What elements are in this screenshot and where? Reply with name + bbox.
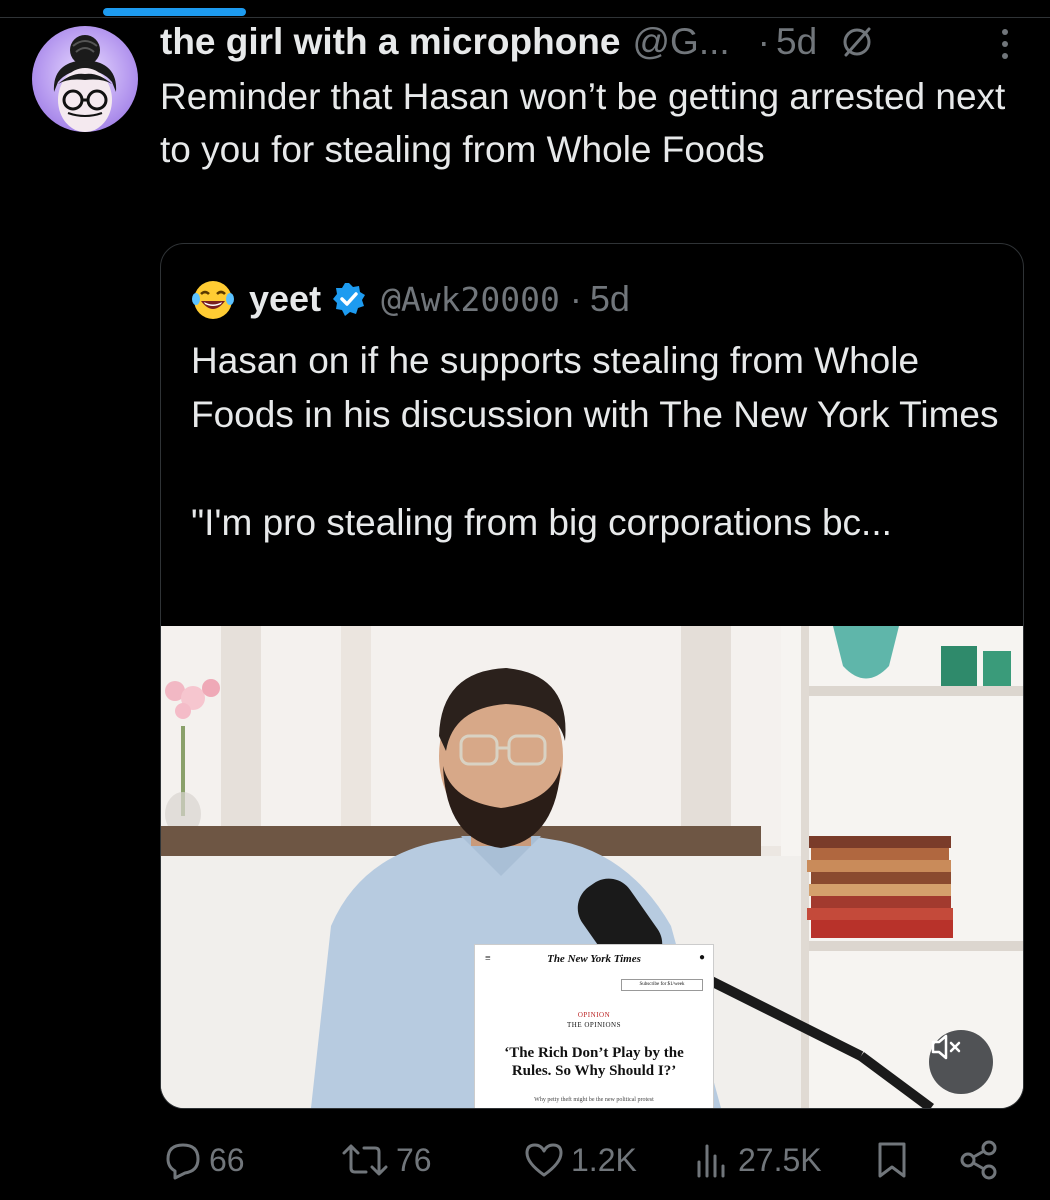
joy-emoji-icon [191,277,235,321]
repost-button[interactable]: 76 [340,1135,432,1185]
analytics-icon [697,1144,725,1178]
quoted-author-name[interactable]: yeet [249,278,321,320]
author-name[interactable]: the girl with a microphone [160,21,620,63]
quoted-timestamp[interactable]: 5d [590,278,630,320]
account-icon: ● [698,952,705,963]
divider [0,17,1050,18]
tweet-actions: 66 76 1.2K 27.5K [0,1135,1050,1185]
nyt-masthead: The New York Times [547,953,641,965]
view-count: 27.5K [738,1141,822,1178]
like-count: 1.2K [571,1141,637,1178]
nyt-series: THE OPINIONS [566,1021,622,1029]
tab-indicator [103,8,246,16]
like-button[interactable]: 1.2K [523,1135,637,1185]
reply-count: 66 [209,1141,245,1178]
nyt-article-overlay: ≡ The New York Times ● Subscribe for $1/… [474,944,714,1108]
avatar[interactable] [32,26,138,132]
reply-icon [166,1143,200,1180]
share-button[interactable] [958,1135,1000,1185]
volume-muted-button[interactable] [929,1030,993,1094]
tweet-header: the girl with a microphone @G... · 5d [160,20,875,64]
more-options-button[interactable] [990,24,1020,64]
bookmark-button[interactable] [875,1135,909,1185]
quoted-tweet-text: Hasan on if he supports stealing from Wh… [191,340,999,543]
avatar-illustration [53,35,117,132]
bookmark-icon [878,1142,906,1178]
repost-icon [342,1144,388,1176]
verified-badge-icon [331,281,367,317]
repost-count: 76 [396,1141,432,1178]
author-handle[interactable]: @G... [632,21,729,63]
reply-button[interactable]: 66 [163,1135,245,1185]
nyt-subscribe: Subscribe for $1/week [621,979,703,991]
more-dot-icon [1002,41,1008,47]
volume-muted-icon [931,1034,961,1060]
nyt-dek: Why petty theft might be the new politic… [534,1097,654,1103]
nyt-headline: ‘The Rich Don’t Play by the Rules. So Wh… [504,1045,684,1079]
separator-dot: · [757,21,770,62]
timestamp[interactable]: 5d [776,21,817,63]
quoted-author-handle[interactable]: @Awk20000 [381,280,560,319]
more-dot-icon [1002,29,1008,35]
quoted-tweet-header: yeet @Awk20000 · 5d [191,276,630,322]
quoted-tweet[interactable]: yeet @Awk20000 · 5d Hasan on if he suppo… [160,243,1024,1109]
separator-dot: · [569,278,582,319]
heart-icon [525,1143,563,1177]
video-player[interactable]: ≡ The New York Times ● Subscribe for $1/… [161,626,1023,1108]
nyt-section: OPINION [577,1011,611,1019]
muted-circle-icon [839,24,875,60]
views-button[interactable]: 27.5K [692,1135,822,1185]
more-dot-icon [1002,53,1008,59]
share-icon [960,1140,997,1180]
tweet-text: Reminder that Hasan won’t be getting arr… [160,76,1016,170]
